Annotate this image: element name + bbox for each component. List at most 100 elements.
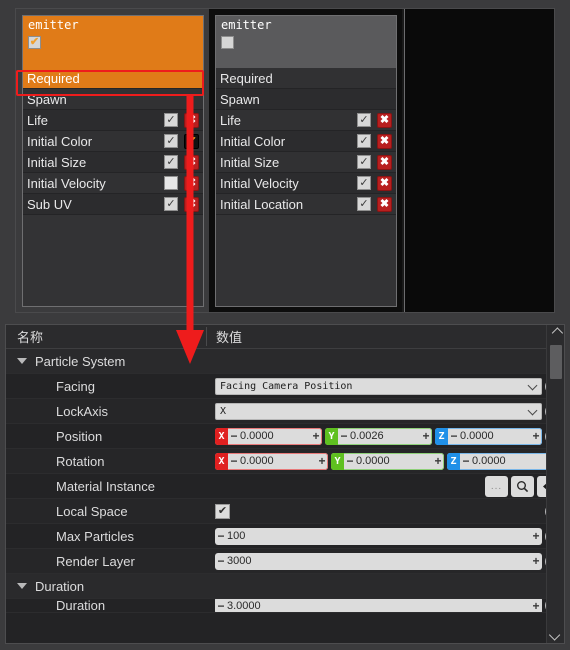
delete-module-icon[interactable]: ✖	[377, 154, 392, 170]
property-row-local-space[interactable]: Local Space ✔ R	[6, 499, 564, 524]
property-row-lockaxis[interactable]: LockAxis X R	[6, 399, 564, 424]
module-row-initial-color-1[interactable]: Initial Color ✓ ✔	[23, 131, 203, 152]
decrement-icon[interactable]: −	[228, 429, 240, 443]
max-particles-field[interactable]: − 100 +	[215, 527, 542, 545]
increment-icon[interactable]: +	[530, 529, 542, 543]
facing-dropdown[interactable]: Facing Camera Position	[215, 377, 542, 395]
column-header-name: 名称	[17, 330, 44, 345]
delete-module-icon[interactable]: ✖	[377, 133, 392, 149]
module-row-initial-color-2[interactable]: Initial Color ✓ ✖	[216, 131, 396, 152]
module-row-required-2[interactable]: Required	[216, 68, 396, 89]
increment-icon[interactable]: +	[530, 599, 542, 612]
module-row-initial-location-2[interactable]: Initial Location ✓ ✖	[216, 194, 396, 215]
emitter-column-2[interactable]: emitter ✔ Required Spawn Life ✓ ✖	[209, 9, 402, 312]
render-layer-field[interactable]: − 3000 +	[215, 552, 542, 570]
search-icon[interactable]	[511, 475, 534, 497]
module-enable-checkbox[interactable]: ✓	[357, 176, 371, 190]
increment-icon[interactable]: +	[310, 429, 322, 443]
module-enable-checkbox[interactable]: ✓	[357, 113, 371, 127]
module-row-initial-velocity-1[interactable]: Initial Velocity ✓ ✖	[23, 173, 203, 194]
position-x-value: 0.0000	[240, 430, 274, 442]
property-row-rotation[interactable]: Rotation X − 0.0000 + Y − 0.0000 + Z − 0…	[6, 449, 564, 474]
module-enable-checkbox[interactable]: ✓	[164, 134, 178, 148]
property-row-duration[interactable]: Duration − 3.0000 + R	[6, 599, 564, 613]
decrement-icon[interactable]: −	[215, 529, 227, 543]
scrollbar-track[interactable]	[547, 341, 564, 627]
module-enable-checkbox[interactable]: ✓	[164, 113, 178, 127]
emitter-column-1[interactable]: emitter ✔ Required Spawn Life ✓ ✖ Initia…	[16, 9, 209, 312]
increment-icon[interactable]: +	[432, 454, 444, 468]
delete-module-icon[interactable]: ✖	[377, 112, 392, 128]
module-list-2: Required Spawn Life ✓ ✖ Initial Color ✓ …	[216, 68, 396, 306]
property-row-position[interactable]: Position X − 0.0000 + Y − 0.0026 + Z − 0…	[6, 424, 564, 449]
scroll-up-button[interactable]	[547, 325, 565, 341]
color-swatch-check-icon[interactable]: ✔	[184, 133, 199, 149]
rotation-z-field[interactable]: Z − 0.0000 +	[447, 452, 560, 470]
emitter-header-2[interactable]: emitter ✔	[216, 16, 396, 68]
rotation-x-field[interactable]: X − 0.0000 +	[215, 452, 328, 470]
delete-module-icon[interactable]: ✖	[377, 175, 392, 191]
module-enable-checkbox[interactable]: ✓	[357, 197, 371, 211]
chevron-down-icon[interactable]	[527, 380, 538, 390]
expand-triangle-icon[interactable]	[17, 358, 27, 364]
group-header-particle-system[interactable]: Particle System	[6, 349, 564, 374]
emitter-header-1[interactable]: emitter ✔	[23, 16, 203, 68]
details-panel-inner: 名称 数值 Particle System Facing Facing Came…	[5, 324, 565, 644]
module-row-spawn-2[interactable]: Spawn	[216, 89, 396, 110]
module-row-life-2[interactable]: Life ✓ ✖	[216, 110, 396, 131]
increment-icon[interactable]: +	[316, 454, 328, 468]
scrollbar-thumb[interactable]	[550, 345, 562, 379]
details-vertical-scrollbar[interactable]	[546, 325, 564, 643]
delete-module-icon[interactable]: ✖	[377, 196, 392, 212]
lockaxis-dropdown[interactable]: X	[215, 402, 542, 420]
module-row-initial-velocity-2[interactable]: Initial Velocity ✓ ✖	[216, 173, 396, 194]
emitter-enable-checkbox-1[interactable]: ✔	[28, 36, 41, 49]
scroll-down-button[interactable]	[547, 627, 565, 643]
chevron-down-icon[interactable]	[527, 405, 538, 415]
decrement-icon[interactable]: −	[460, 454, 472, 468]
module-label: Initial Color	[27, 133, 93, 149]
module-row-initial-size-1[interactable]: Initial Size ✓ ✖	[23, 152, 203, 173]
decrement-icon[interactable]: −	[215, 554, 227, 568]
delete-module-icon[interactable]: ✖	[184, 112, 199, 128]
position-z-field[interactable]: Z − 0.0000 +	[435, 427, 542, 445]
expand-triangle-icon[interactable]	[17, 583, 27, 589]
emitter-enable-checkbox-2[interactable]: ✔	[221, 36, 234, 49]
material-browse-button[interactable]: ...	[485, 475, 508, 497]
delete-module-icon[interactable]: ✖	[184, 154, 199, 170]
increment-icon[interactable]: +	[530, 554, 542, 568]
module-enable-checkbox[interactable]: ✓	[164, 155, 178, 169]
module-row-initial-size-2[interactable]: Initial Size ✓ ✖	[216, 152, 396, 173]
module-list-empty-space-1[interactable]	[23, 215, 203, 306]
increment-icon[interactable]: +	[420, 429, 432, 443]
decrement-icon[interactable]: −	[448, 429, 460, 443]
decrement-icon[interactable]: −	[215, 599, 227, 612]
decrement-icon[interactable]: −	[338, 429, 350, 443]
position-x-field[interactable]: X − 0.0000 +	[215, 427, 322, 445]
duration-field[interactable]: − 3.0000 +	[215, 599, 542, 612]
property-row-facing[interactable]: Facing Facing Camera Position R	[6, 374, 564, 399]
module-row-sub-uv-1[interactable]: Sub UV ✓ ✖	[23, 194, 203, 215]
rotation-y-field[interactable]: Y − 0.0000 +	[331, 452, 444, 470]
position-y-field[interactable]: Y − 0.0026 +	[325, 427, 432, 445]
property-row-render-layer[interactable]: Render Layer − 3000 + R	[6, 549, 564, 574]
emitter-empty-panel[interactable]	[404, 9, 554, 312]
module-enable-checkbox[interactable]: ✓	[357, 134, 371, 148]
property-row-max-particles[interactable]: Max Particles − 100 + R	[6, 524, 564, 549]
module-enable-checkbox[interactable]: ✓	[164, 176, 178, 190]
module-row-life-1[interactable]: Life ✓ ✖	[23, 110, 203, 131]
delete-module-icon[interactable]: ✖	[184, 196, 199, 212]
module-row-spawn-1[interactable]: Spawn	[23, 89, 203, 110]
module-enable-checkbox[interactable]: ✓	[164, 197, 178, 211]
decrement-icon[interactable]: −	[344, 454, 356, 468]
delete-module-icon[interactable]: ✖	[184, 175, 199, 191]
group-header-duration[interactable]: Duration	[6, 574, 564, 599]
property-row-material-instance[interactable]: Material Instance ...	[6, 474, 564, 499]
module-row-required-1[interactable]: Required	[23, 68, 203, 89]
module-list-empty-space-2[interactable]	[216, 215, 396, 306]
local-space-checkbox[interactable]: ✔	[215, 503, 230, 519]
module-enable-checkbox[interactable]: ✓	[357, 155, 371, 169]
decrement-icon[interactable]: −	[228, 454, 240, 468]
increment-icon[interactable]: +	[530, 429, 542, 443]
property-label: Rotation	[56, 453, 105, 469]
